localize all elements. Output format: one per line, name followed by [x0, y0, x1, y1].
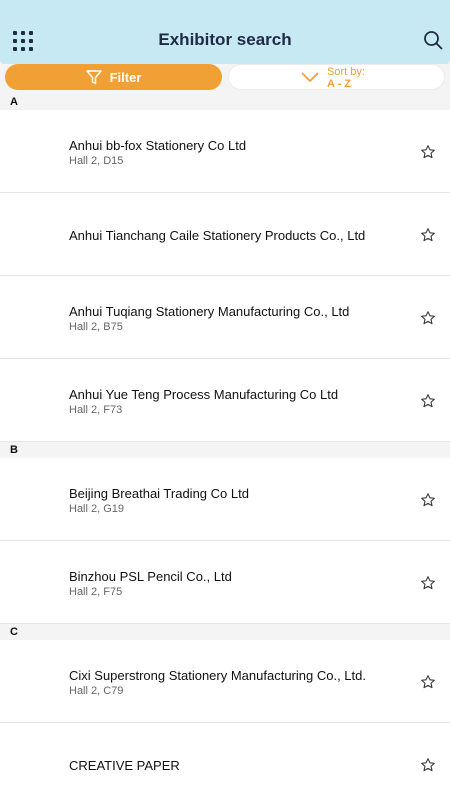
- star-icon[interactable]: [420, 674, 436, 690]
- star-icon[interactable]: [420, 575, 436, 591]
- exhibitor-row[interactable]: CREATIVE PAPER: [0, 723, 450, 800]
- filter-button[interactable]: Filter: [5, 64, 222, 90]
- exhibitor-location: Hall 2, F75: [69, 586, 123, 598]
- exhibitor-name: CREATIVE PAPER: [69, 758, 180, 773]
- exhibitor-list: A Anhui bb-fox Stationery Co Ltd Hall 2,…: [0, 94, 450, 800]
- filter-label: Filter: [109, 69, 142, 85]
- chevron-down-icon: [301, 72, 319, 82]
- sort-label-group: Sort by: A - Z: [327, 66, 365, 90]
- star-icon[interactable]: [420, 310, 436, 326]
- exhibitor-row[interactable]: Binzhou PSL Pencil Co., Ltd Hall 2, F75: [0, 541, 450, 624]
- exhibitor-location: Hall 2, D15: [69, 155, 124, 167]
- search-icon[interactable]: [423, 30, 443, 50]
- star-icon[interactable]: [420, 144, 436, 160]
- exhibitor-name: Beijing Breathai Trading Co Ltd: [69, 486, 249, 501]
- exhibitor-row[interactable]: Anhui Tuqiang Stationery Manufacturing C…: [0, 276, 450, 359]
- exhibitor-name: Binzhou PSL Pencil Co., Ltd: [69, 569, 232, 584]
- exhibitor-location: Hall 2, G19: [69, 503, 125, 515]
- app-header: Exhibitor search: [0, 0, 450, 64]
- star-icon[interactable]: [420, 227, 436, 243]
- toolbar: Filter Sort by: A - Z: [0, 64, 450, 94]
- exhibitor-location: Hall 2, F73: [69, 404, 123, 416]
- star-icon[interactable]: [420, 757, 436, 773]
- page-title: Exhibitor search: [158, 30, 292, 49]
- exhibitor-row[interactable]: Anhui Yue Teng Process Manufacturing Co …: [0, 359, 450, 442]
- exhibitor-name: Anhui Tuqiang Stationery Manufacturing C…: [69, 304, 350, 319]
- star-icon[interactable]: [420, 393, 436, 409]
- exhibitor-name: Anhui Tianchang Caile Stationery Product…: [69, 228, 366, 243]
- sort-button[interactable]: Sort by: A - Z: [228, 64, 445, 90]
- exhibitor-row[interactable]: Anhui Tianchang Caile Stationery Product…: [0, 193, 450, 276]
- section-header-c: C: [0, 624, 450, 640]
- exhibitor-name: Cixi Superstrong Stationery Manufacturin…: [69, 668, 366, 683]
- star-icon[interactable]: [420, 492, 436, 508]
- sort-label: Sort by:: [327, 66, 365, 78]
- section-header-b: B: [0, 442, 450, 458]
- exhibitor-name: Anhui bb-fox Stationery Co Ltd: [69, 138, 247, 153]
- exhibitor-location: Hall 2, C79: [69, 685, 124, 697]
- exhibitor-row[interactable]: Anhui bb-fox Stationery Co Ltd Hall 2, D…: [0, 110, 450, 193]
- exhibitor-location: Hall 2, B75: [69, 321, 123, 333]
- exhibitor-row[interactable]: Cixi Superstrong Stationery Manufacturin…: [0, 640, 450, 723]
- sort-value: A - Z: [327, 78, 352, 90]
- exhibitor-row[interactable]: Beijing Breathai Trading Co Ltd Hall 2, …: [0, 458, 450, 541]
- filter-icon: [85, 69, 102, 84]
- section-header-a: A: [0, 94, 450, 110]
- exhibitor-name: Anhui Yue Teng Process Manufacturing Co …: [69, 387, 339, 402]
